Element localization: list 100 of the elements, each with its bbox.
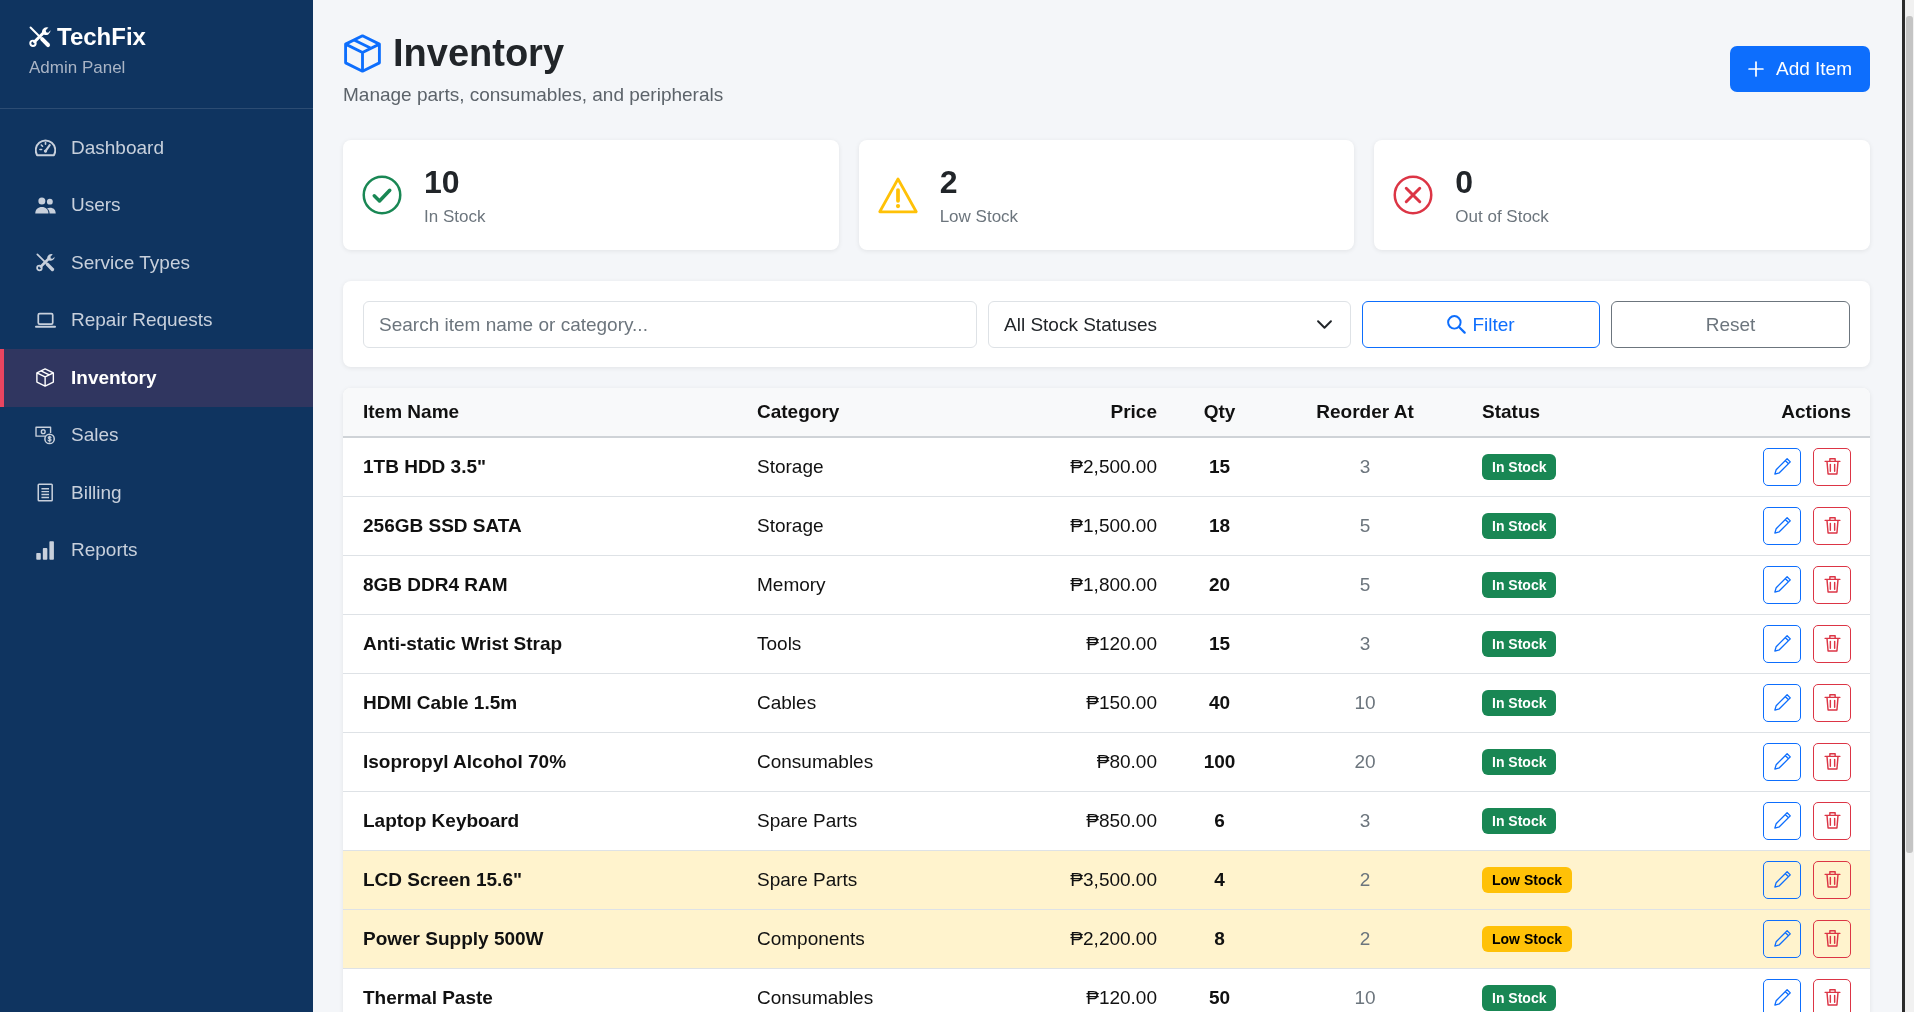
table-cell: ₱150.00: [1000, 673, 1174, 732]
x-circle-icon: [1393, 175, 1434, 215]
table-cell: Anti-static Wrist Strap: [343, 614, 740, 673]
stat-value: 0: [1455, 162, 1474, 201]
table-cell: Spare Parts: [740, 791, 1000, 850]
column-header: Price: [1000, 388, 1174, 437]
edit-button[interactable]: [1763, 565, 1801, 604]
scrollbar[interactable]: [1902, 0, 1914, 1012]
status-badge: In Stock: [1482, 630, 1557, 657]
table-cell: 15: [1174, 437, 1265, 496]
sidebar-item[interactable]: Service Types: [0, 234, 313, 292]
table-cell: 2: [1265, 850, 1465, 909]
search-icon: [1447, 315, 1467, 334]
trash-icon: [1823, 753, 1841, 770]
table-cell: 18: [1174, 496, 1265, 555]
edit-button[interactable]: [1763, 919, 1801, 958]
search-field[interactable]: Search item name or category...: [363, 301, 977, 348]
delete-button[interactable]: [1813, 919, 1851, 958]
table-cell: Consumables: [740, 732, 1000, 791]
delete-button[interactable]: [1813, 447, 1851, 486]
box-icon: [343, 33, 382, 73]
table-cell: 8: [1174, 909, 1265, 968]
check-circle-icon: [362, 175, 402, 215]
status-badge: In Stock: [1482, 807, 1557, 834]
table-cell: Cables: [740, 673, 1000, 732]
edit-button[interactable]: [1763, 978, 1801, 1012]
table-cell: ₱2,500.00: [1000, 437, 1174, 496]
table-cell: 50: [1174, 968, 1265, 1012]
table-cell: Spare Parts: [740, 850, 1000, 909]
edit-button[interactable]: [1763, 742, 1801, 781]
delete-button[interactable]: [1813, 683, 1851, 722]
sidebar-item[interactable]: Users: [0, 176, 313, 234]
warning-icon: [877, 176, 918, 214]
table-cell: 8GB DDR4 RAM: [343, 555, 740, 614]
table-cell: Power Supply 500W: [343, 909, 740, 968]
stat-label: In Stock: [424, 205, 486, 228]
table-cell: ₱850.00: [1000, 791, 1174, 850]
table-cell: 15: [1174, 614, 1265, 673]
delete-button[interactable]: [1813, 742, 1851, 781]
status-select[interactable]: All Stock Statuses: [988, 301, 1351, 348]
delete-button[interactable]: [1813, 565, 1851, 604]
table-cell: 40: [1174, 673, 1265, 732]
pencil-icon: [1773, 989, 1791, 1006]
pencil-icon: [1773, 930, 1791, 947]
sidebar-item[interactable]: Sales: [0, 406, 313, 464]
edit-button[interactable]: [1763, 683, 1801, 722]
table-cell: LCD Screen 15.6": [343, 850, 740, 909]
table-cell: 20: [1265, 732, 1465, 791]
table-cell: ₱80.00: [1000, 732, 1174, 791]
table-cell: 3: [1265, 791, 1465, 850]
delete-button[interactable]: [1813, 506, 1851, 545]
table-cell: ₱120.00: [1000, 968, 1174, 1012]
table-cell: 3: [1265, 614, 1465, 673]
table-cell: Thermal Paste: [343, 968, 740, 1012]
table-cell: ₱2,200.00: [1000, 909, 1174, 968]
column-header: Category: [740, 388, 1000, 437]
reset-button[interactable]: Reset: [1611, 301, 1850, 348]
add-item-button[interactable]: Add Item: [1729, 45, 1870, 92]
stat-value: 10: [424, 162, 460, 201]
status-badge: In Stock: [1482, 748, 1557, 775]
edit-button[interactable]: [1763, 506, 1801, 545]
trash-icon: [1823, 635, 1841, 652]
status-badge: In Stock: [1482, 689, 1557, 716]
stat-value: 2: [939, 162, 958, 201]
gauge-icon: [35, 138, 56, 158]
trash-icon: [1823, 989, 1841, 1006]
brand-name: TechFix: [57, 22, 146, 52]
delete-button[interactable]: [1813, 624, 1851, 663]
pencil-icon: [1773, 871, 1791, 888]
sidebar-item[interactable]: Reports: [0, 521, 313, 579]
tools-icon: [29, 26, 51, 48]
table-cell: ₱1,500.00: [1000, 496, 1174, 555]
sidebar-item[interactable]: Billing: [0, 464, 313, 522]
edit-button[interactable]: [1763, 624, 1801, 663]
table-cell: Components: [740, 909, 1000, 968]
column-header: Reorder At: [1265, 388, 1465, 437]
delete-button[interactable]: [1813, 978, 1851, 1012]
plus-icon: [1747, 60, 1764, 77]
edit-button[interactable]: [1763, 801, 1801, 840]
table-cell: 100: [1174, 732, 1265, 791]
sidebar-item[interactable]: Repair Requests: [0, 291, 313, 349]
stat-label: Low Stock: [939, 205, 1019, 228]
trash-icon: [1823, 871, 1841, 888]
pencil-icon: [1773, 812, 1791, 829]
edit-button[interactable]: [1763, 860, 1801, 899]
users-icon: [35, 195, 56, 215]
pencil-icon: [1773, 635, 1791, 652]
column-header: Qty: [1174, 388, 1265, 437]
delete-button[interactable]: [1813, 860, 1851, 899]
status-badge: In Stock: [1482, 512, 1557, 539]
sidebar-item[interactable]: Dashboard: [0, 119, 313, 177]
cash-coin-icon: [35, 425, 56, 445]
sidebar-item[interactable]: Inventory: [0, 349, 313, 407]
column-header: Actions: [1700, 388, 1870, 437]
table-cell: 4: [1174, 850, 1265, 909]
table-cell: 10: [1265, 673, 1465, 732]
edit-button[interactable]: [1763, 447, 1801, 486]
table-cell: Isopropyl Alcohol 70%: [343, 732, 740, 791]
delete-button[interactable]: [1813, 801, 1851, 840]
filter-button[interactable]: Filter: [1362, 301, 1600, 348]
